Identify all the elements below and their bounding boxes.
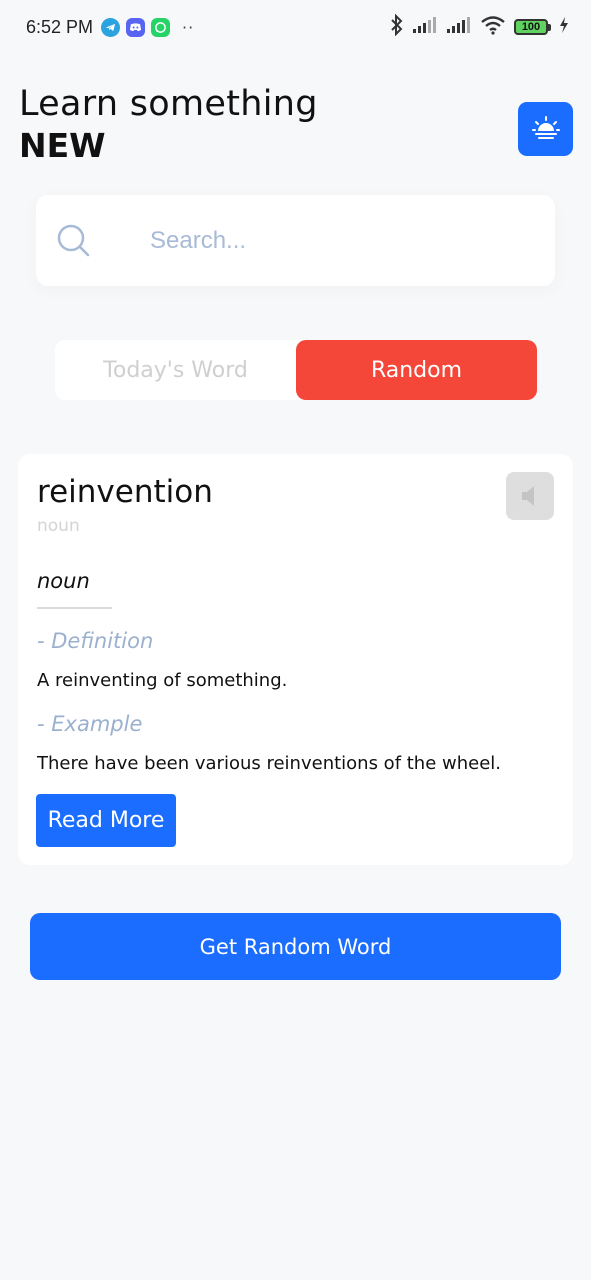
sunrise-icon	[531, 116, 560, 139]
battery-icon: 100	[514, 19, 551, 35]
battery-level: 100	[514, 19, 548, 35]
example-text: There have been various reinventions of …	[37, 753, 502, 774]
word-part-of-speech: noun	[37, 516, 80, 536]
speaker-icon	[522, 486, 534, 506]
status-bar: 6:52 PM ·· 100	[0, 0, 591, 54]
get-random-word-button[interactable]: Get Random Word	[30, 913, 561, 980]
status-bar-left: 6:52 PM ··	[26, 17, 194, 38]
word-card: reinvention noun noun - Definition A rei…	[18, 454, 573, 865]
charging-icon	[559, 16, 569, 38]
page-title-light: Learn something	[19, 84, 318, 124]
tab-random[interactable]: Random	[296, 340, 537, 400]
theme-toggle-button[interactable]	[518, 102, 573, 156]
discord-icon	[126, 17, 146, 37]
page-title-bold: NEW	[19, 126, 106, 165]
word-mode-tabs: Today's Word Random	[55, 340, 537, 400]
status-bar-right: 100	[390, 13, 569, 40]
signal-icon	[412, 16, 438, 38]
search-input[interactable]	[150, 195, 530, 286]
whatsapp-icon	[151, 17, 171, 37]
tab-todays-word[interactable]: Today's Word	[55, 340, 296, 400]
search-icon	[56, 223, 92, 263]
definition-label: - Definition	[37, 629, 154, 653]
bluetooth-icon	[390, 13, 404, 40]
meaning-part-of-speech: noun	[37, 569, 90, 593]
read-more-button[interactable]: Read More	[36, 794, 176, 847]
more-notifications-icon: ··	[182, 17, 195, 37]
status-time: 6:52 PM	[26, 16, 94, 37]
word-title: reinvention	[37, 474, 213, 510]
telegram-icon	[101, 17, 121, 37]
wifi-icon	[480, 15, 506, 39]
definition-text: A reinventing of something.	[37, 670, 288, 691]
page-header: Learn something NEW	[19, 84, 318, 165]
search-bar[interactable]	[36, 195, 555, 286]
pronunciation-button[interactable]	[506, 472, 554, 520]
example-label: - Example	[37, 712, 143, 736]
meaning-divider	[37, 607, 112, 609]
signal-icon-2	[446, 16, 472, 38]
battery-tip	[548, 23, 551, 31]
